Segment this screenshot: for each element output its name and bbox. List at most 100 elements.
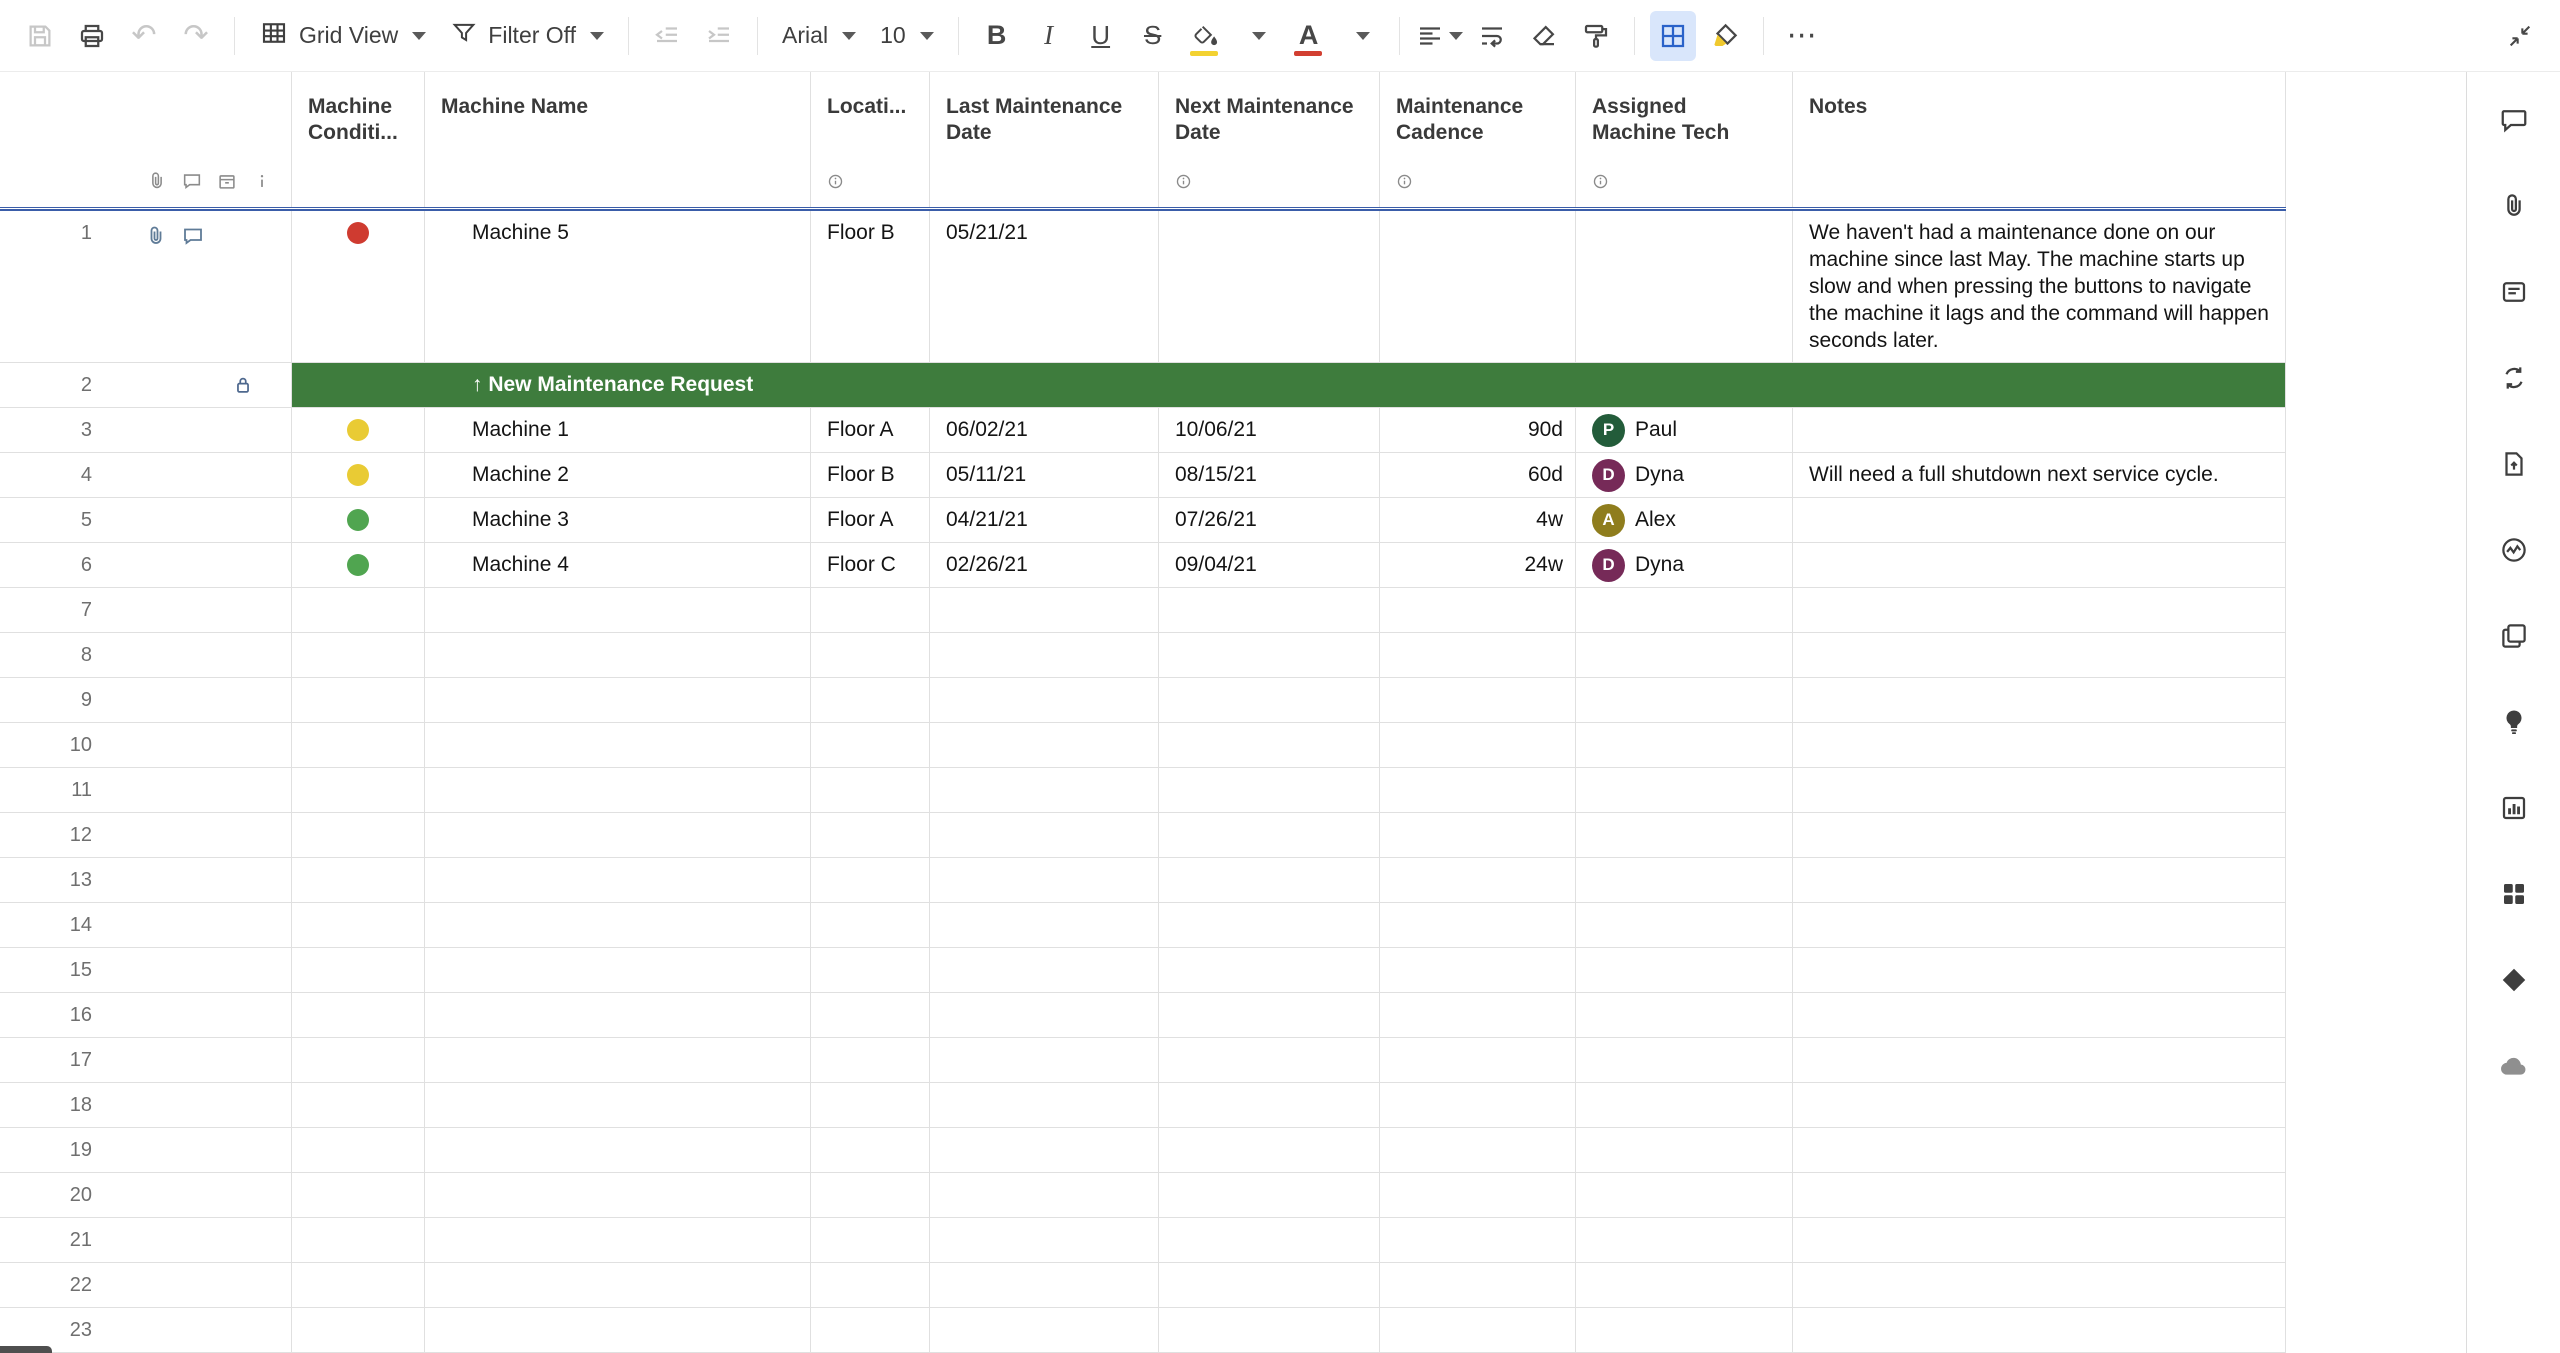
cell-maintenance-cadence[interactable] xyxy=(1380,1263,1576,1307)
cell-notes[interactable] xyxy=(1793,1083,2286,1127)
column-header-last-maintenance-date[interactable]: Last Maintenance Date xyxy=(930,72,1159,207)
cell-maintenance-cadence[interactable] xyxy=(1380,903,1576,947)
cell-next-maintenance-date[interactable] xyxy=(1159,993,1380,1037)
cell-maintenance-cadence[interactable]: 24w xyxy=(1380,543,1576,587)
cell-notes[interactable] xyxy=(1793,1308,2286,1352)
cell-location[interactable] xyxy=(811,633,930,677)
cell-machine-condition[interactable] xyxy=(292,1128,425,1172)
cell-location[interactable] xyxy=(811,903,930,947)
cell-next-maintenance-date[interactable] xyxy=(1159,211,1380,362)
cell-location[interactable]: Floor C xyxy=(811,543,930,587)
cell-location[interactable] xyxy=(811,1128,930,1172)
cell-location[interactable] xyxy=(811,678,930,722)
bold-button[interactable]: B xyxy=(974,11,1020,61)
cell-machine-condition[interactable] xyxy=(292,1218,425,1262)
cell-last-maintenance-date[interactable] xyxy=(930,1218,1159,1262)
text-color-menu-button[interactable] xyxy=(1338,11,1384,61)
cell-last-maintenance-date[interactable] xyxy=(930,813,1159,857)
underline-button[interactable]: U xyxy=(1078,11,1124,61)
cell-machine-condition[interactable] xyxy=(292,1308,425,1352)
cell-maintenance-cadence[interactable]: 4w xyxy=(1380,498,1576,542)
cell-machine-condition[interactable] xyxy=(292,678,425,722)
card-icon[interactable] xyxy=(2496,274,2532,310)
cell-assigned-tech[interactable]: P Paul xyxy=(1576,408,1793,452)
cell-location[interactable] xyxy=(811,1218,930,1262)
cell-location[interactable] xyxy=(811,1038,930,1082)
cell-last-maintenance-date[interactable] xyxy=(930,588,1159,632)
cell-location[interactable]: Floor A xyxy=(811,498,930,542)
cell-next-maintenance-date[interactable] xyxy=(1159,588,1380,632)
cell-machine-name[interactable] xyxy=(425,1173,811,1217)
cell-location[interactable] xyxy=(811,1083,930,1127)
cell-next-maintenance-date[interactable] xyxy=(1159,1218,1380,1262)
more-button[interactable]: ⋯ xyxy=(1779,11,1825,61)
cell-last-maintenance-date[interactable]: 06/02/21 xyxy=(930,408,1159,452)
cell-maintenance-cadence[interactable] xyxy=(1380,768,1576,812)
cell-notes[interactable] xyxy=(1793,1128,2286,1172)
cell-machine-condition[interactable] xyxy=(292,453,425,497)
cell-machine-condition[interactable] xyxy=(292,588,425,632)
column-header-machine-name[interactable]: Machine Name xyxy=(425,72,811,207)
cell-notes[interactable] xyxy=(1793,633,2286,677)
row-number[interactable]: 21 xyxy=(0,1218,104,1252)
cell-last-maintenance-date[interactable] xyxy=(930,858,1159,902)
cell-location[interactable]: Floor B xyxy=(811,453,930,497)
cell-last-maintenance-date[interactable]: 04/21/21 xyxy=(930,498,1159,542)
paperclip-icon[interactable] xyxy=(2496,188,2532,224)
cell-next-maintenance-date[interactable] xyxy=(1159,723,1380,767)
cell-last-maintenance-date[interactable]: 02/26/21 xyxy=(930,543,1159,587)
cell-maintenance-cadence[interactable]: 90d xyxy=(1380,408,1576,452)
cell-notes[interactable] xyxy=(1793,1173,2286,1217)
indent-button[interactable] xyxy=(696,11,742,61)
cell-location[interactable] xyxy=(811,948,930,992)
cell-machine-name[interactable] xyxy=(425,1083,811,1127)
row-number[interactable]: 6 xyxy=(0,543,104,577)
cell-assigned-tech[interactable] xyxy=(1576,211,1793,362)
cell-maintenance-cadence[interactable] xyxy=(1380,858,1576,902)
row-number[interactable]: 14 xyxy=(0,903,104,937)
column-header-assigned-tech[interactable]: Assigned Machine Tech xyxy=(1576,72,1793,207)
comment-icon[interactable] xyxy=(181,224,205,253)
font-size-selector[interactable]: 10 xyxy=(868,11,946,61)
cell-assigned-tech[interactable] xyxy=(1576,1308,1793,1352)
row-number[interactable]: 23 xyxy=(0,1308,104,1342)
cell-last-maintenance-date[interactable]: 05/21/21 xyxy=(930,211,1159,362)
cell-notes[interactable] xyxy=(1793,993,2286,1037)
cell-assigned-tech[interactable] xyxy=(1576,858,1793,902)
cell-maintenance-cadence[interactable] xyxy=(1380,633,1576,677)
cell-maintenance-cadence[interactable] xyxy=(1380,993,1576,1037)
cell-machine-name[interactable] xyxy=(425,903,811,947)
cell-machine-condition[interactable] xyxy=(292,408,425,452)
row-number[interactable]: 4 xyxy=(0,453,104,487)
cell-next-maintenance-date[interactable] xyxy=(1159,1083,1380,1127)
column-header-location[interactable]: Locati... xyxy=(811,72,930,207)
cell-machine-name[interactable]: Machine 4 xyxy=(425,543,811,587)
cell-last-maintenance-date[interactable] xyxy=(930,768,1159,812)
cell-last-maintenance-date[interactable]: 05/11/21 xyxy=(930,453,1159,497)
cell-machine-name[interactable]: Machine 2 xyxy=(425,453,811,497)
cell-machine-name[interactable] xyxy=(425,1038,811,1082)
diamond-icon[interactable] xyxy=(2496,962,2532,998)
cell-machine-name[interactable] xyxy=(425,948,811,992)
cell-machine-name[interactable]: Machine 5 xyxy=(425,211,811,362)
cell-location[interactable]: Floor B xyxy=(811,211,930,362)
cell-machine-name[interactable] xyxy=(425,723,811,767)
view-selector[interactable]: Grid View xyxy=(247,11,438,61)
cell-notes[interactable] xyxy=(1793,543,2286,587)
sync-icon[interactable] xyxy=(2496,360,2532,396)
archive-box-icon[interactable] xyxy=(216,170,238,197)
cell-next-maintenance-date[interactable] xyxy=(1159,948,1380,992)
cell-next-maintenance-date[interactable] xyxy=(1159,768,1380,812)
info-icon[interactable] xyxy=(1396,171,1413,197)
cell-machine-name[interactable]: Machine 3 xyxy=(425,498,811,542)
cell-next-maintenance-date[interactable]: 07/26/21 xyxy=(1159,498,1380,542)
cell-next-maintenance-date[interactable] xyxy=(1159,813,1380,857)
cell-assigned-tech[interactable]: D Dyna xyxy=(1576,543,1793,587)
cell-machine-condition[interactable] xyxy=(292,903,425,947)
cell-last-maintenance-date[interactable] xyxy=(930,1263,1159,1307)
cell-last-maintenance-date[interactable] xyxy=(930,1308,1159,1352)
cell-notes[interactable] xyxy=(1793,408,2286,452)
undo-button[interactable]: ↶ xyxy=(121,11,167,61)
row-number[interactable]: 15 xyxy=(0,948,104,982)
row-number[interactable]: 5 xyxy=(0,498,104,532)
